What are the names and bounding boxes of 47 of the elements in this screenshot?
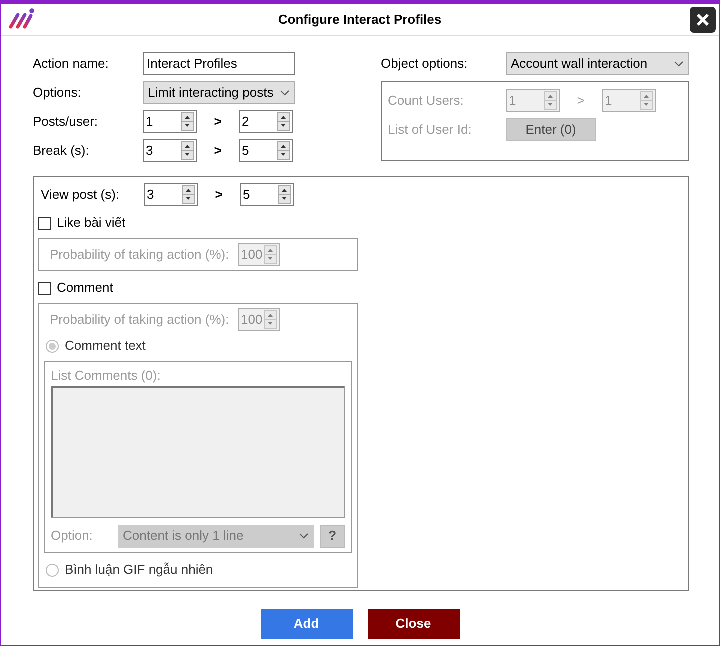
spin-field[interactable]: 5 [240, 183, 294, 206]
action-button[interactable]: Close [368, 609, 460, 639]
spin-arrows-icon[interactable] [181, 112, 194, 131]
radio-label: Comment text [65, 337, 146, 356]
field-label: Object options: [381, 54, 469, 73]
spin-arrows-icon[interactable] [278, 185, 291, 204]
spin-field[interactable]: 3 [144, 183, 198, 206]
spin-field[interactable]: 5 [239, 139, 293, 162]
range-separator: > [213, 112, 223, 131]
comments-textarea[interactable] [51, 386, 345, 518]
dropdown[interactable]: Account wall interaction [506, 52, 689, 75]
spin-field[interactable]: 2 [239, 110, 293, 133]
window-title: Configure Interact Profiles [278, 10, 442, 29]
spin-arrows-icon[interactable] [182, 185, 195, 204]
spin-arrows-icon[interactable] [181, 141, 194, 160]
field-label: View post (s): [41, 186, 121, 204]
field-label: Probability of taking action (%): [50, 310, 230, 329]
text-field[interactable]: Interact Profiles [143, 52, 295, 75]
close-button[interactable] [690, 7, 716, 33]
checkbox[interactable] [38, 216, 51, 230]
radio-label: Bình luận GIF ngẫu nhiên [65, 561, 214, 580]
spin-field[interactable]: 3 [143, 139, 197, 162]
list-label: List Comments (0): [51, 367, 162, 385]
range-separator: > [576, 92, 586, 110]
field-label: Count Users: [388, 92, 465, 110]
field-label: Action name: [33, 54, 110, 73]
checkbox-label: Comment [57, 279, 114, 298]
range-separator: > [213, 142, 223, 160]
range-separator: > [214, 186, 224, 204]
caret-icon [674, 60, 684, 66]
field-label: Option: [51, 527, 94, 546]
field-label: Options: [33, 84, 82, 102]
logo-icon [8, 8, 36, 30]
spin-arrows-icon[interactable] [277, 141, 290, 160]
spin-arrows-icon[interactable] [277, 112, 290, 131]
field-label: Posts/user: [33, 112, 100, 131]
caret-icon [280, 90, 290, 96]
close-icon [696, 13, 710, 27]
field-label: Probability of taking action (%): [50, 246, 230, 264]
field-label: Break (s): [33, 142, 90, 160]
field-label: List of User Id: [388, 120, 473, 139]
checkbox[interactable] [38, 282, 51, 294]
dropdown[interactable]: Limit interacting posts [143, 81, 295, 104]
action-button[interactable]: Add [260, 609, 352, 639]
caret-icon [299, 533, 310, 539]
spin-field[interactable]: 1 [143, 110, 197, 133]
checkbox-label: Like bài viết [57, 214, 126, 232]
